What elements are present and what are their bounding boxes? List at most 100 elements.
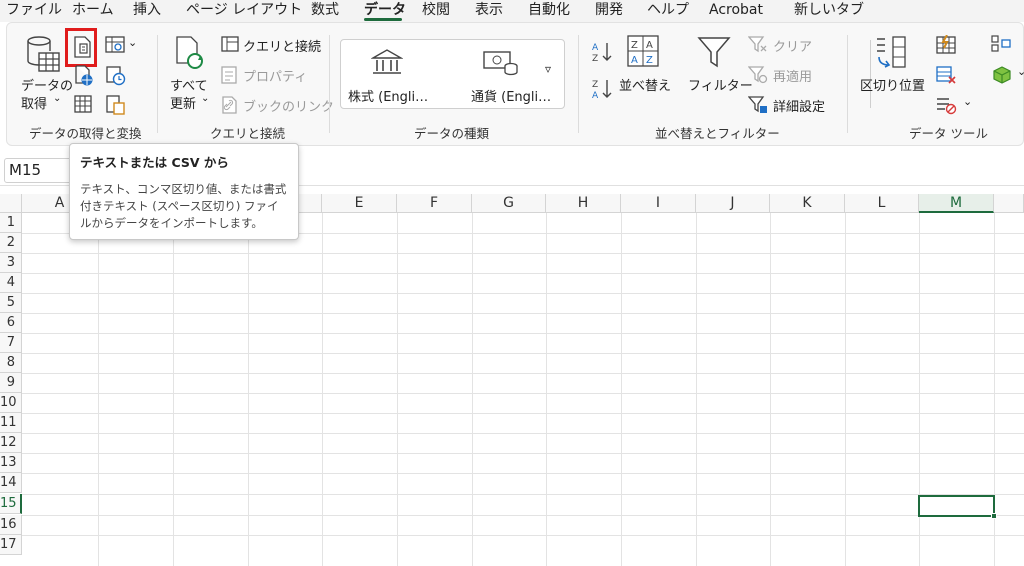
svg-text:A: A (646, 40, 653, 51)
select-all-corner[interactable] (0, 194, 22, 213)
row-header-14[interactable]: 14 (0, 473, 22, 493)
tab-help[interactable]: ヘルプ (647, 0, 689, 20)
tab-developer[interactable]: 開発 (595, 0, 623, 20)
properties-button[interactable]: プロパティ (243, 66, 307, 85)
sort-label: 並べ替え (619, 79, 672, 94)
row-header-17[interactable]: 17 (0, 535, 22, 555)
grid-line (22, 373, 1024, 374)
row-header-15[interactable]: 15 (0, 494, 22, 514)
tab-new-tab[interactable]: 新しいタブ (794, 0, 864, 20)
chevron-down-icon[interactable]: ⌄ (963, 95, 972, 108)
column-header-i[interactable]: I (621, 194, 696, 213)
advanced-button[interactable]: 詳細設定 (773, 96, 825, 115)
tab-data[interactable]: データ (364, 0, 406, 20)
advanced-filter-icon (747, 96, 768, 118)
row-header-8[interactable]: 8 (0, 353, 22, 373)
group-separator (847, 35, 848, 133)
svg-text:A: A (592, 43, 599, 53)
row-header-11[interactable]: 11 (0, 413, 22, 433)
row-header-6[interactable]: 6 (0, 313, 22, 333)
grid-line (22, 333, 1024, 334)
consolidate-button[interactable] (991, 35, 1011, 57)
svg-text:Z: Z (592, 54, 598, 63)
text-to-columns-button[interactable] (873, 35, 909, 75)
chevron-down-icon[interactable]: ⌄ (128, 36, 137, 49)
data-validation-button[interactable] (935, 95, 957, 119)
currencies-button[interactable]: 通貨 (Engli… (471, 86, 551, 105)
existing-connections-button[interactable] (106, 95, 126, 119)
get-data-label-2: 取得 (21, 97, 48, 112)
tooltip-from-text-csv: テキストまたは CSV から テキスト、コンマ区切り値、または書式 付きテキスト… (69, 143, 299, 240)
stocks-button[interactable]: 株式 (Engli… (348, 86, 428, 105)
existing-connections-icon (106, 95, 125, 115)
tab-acrobat[interactable]: Acrobat (709, 0, 763, 20)
remove-duplicates-button[interactable] (935, 65, 957, 89)
from-picture-button[interactable] (105, 36, 127, 58)
from-table-range-button[interactable] (74, 95, 92, 117)
tab-formulas[interactable]: 数式 (311, 0, 339, 20)
column-header-f[interactable]: F (397, 194, 472, 213)
row-header-5[interactable]: 5 (0, 293, 22, 313)
active-cell-m15[interactable] (918, 495, 997, 519)
row-header-10[interactable]: 10 (0, 393, 22, 413)
reapply-button[interactable]: 再適用 (773, 66, 812, 85)
sort-descending-button[interactable]: ZA (591, 78, 615, 104)
svg-text:A: A (592, 91, 599, 100)
grid-line (22, 494, 1024, 495)
chevron-down-icon[interactable]: ⌄ (1017, 65, 1024, 78)
column-header-g[interactable]: G (472, 194, 546, 213)
refresh-all-button[interactable] (173, 35, 207, 77)
refresh-all-label-1: すべて (170, 79, 208, 94)
text-to-columns-label: 区切り位置 (860, 79, 926, 94)
row-header-2[interactable]: 2 (0, 233, 22, 253)
recent-sources-icon (106, 66, 126, 86)
column-header-h[interactable]: H (546, 194, 621, 213)
filter-button[interactable] (697, 35, 731, 73)
column-header-e[interactable]: E (322, 194, 397, 213)
fill-handle[interactable] (991, 513, 997, 519)
gallery-expand-icon[interactable]: ▿ (545, 62, 551, 76)
row-header-7[interactable]: 7 (0, 333, 22, 353)
queries-connections-button[interactable]: クエリと接続 (243, 36, 321, 55)
grid-line (22, 253, 1024, 254)
grid-line (845, 213, 846, 566)
spreadsheet-grid[interactable]: A B C D E F G H I J K L M 1 2 3 4 5 6 7 … (0, 194, 1024, 566)
row-header-3[interactable]: 3 (0, 253, 22, 273)
row-header-1[interactable]: 1 (0, 213, 22, 233)
table-icon (74, 95, 92, 113)
tab-view[interactable]: 表示 (475, 0, 503, 20)
tab-insert[interactable]: 挿入 (133, 0, 161, 20)
column-header-n[interactable] (994, 194, 1024, 213)
row-header-12[interactable]: 12 (0, 433, 22, 453)
row-header-9[interactable]: 9 (0, 373, 22, 393)
column-header-j[interactable]: J (696, 194, 770, 213)
row-header-16[interactable]: 16 (0, 515, 22, 535)
sort-button[interactable]: ZAAZ (627, 35, 659, 71)
tab-home[interactable]: ホーム (72, 0, 114, 20)
relationships-button[interactable] (991, 65, 1013, 89)
row-header-4[interactable]: 4 (0, 273, 22, 293)
book-links-icon (221, 96, 239, 118)
tab-automate[interactable]: 自動化 (528, 0, 570, 20)
from-text-csv-button[interactable] (73, 36, 91, 62)
active-tab-indicator (364, 18, 402, 21)
tab-page-layout[interactable]: ページ レイアウト (186, 0, 302, 20)
column-header-l[interactable]: L (845, 194, 919, 213)
group-separator (329, 35, 330, 133)
book-links-button[interactable]: ブックのリンク (243, 96, 334, 115)
tab-file[interactable]: ファイル (6, 0, 62, 20)
flash-fill-button[interactable] (935, 34, 957, 59)
from-web-button[interactable] (74, 65, 94, 91)
consolidate-icon (991, 35, 1011, 52)
get-data-button[interactable] (25, 35, 61, 79)
recent-sources-button[interactable] (106, 66, 126, 90)
column-header-k[interactable]: K (770, 194, 845, 213)
sort-ascending-button[interactable]: AZ (591, 41, 615, 67)
chevron-down-icon: ⌄ (201, 93, 210, 104)
column-header-m[interactable]: M (919, 194, 994, 213)
tab-review[interactable]: 校閲 (422, 0, 450, 20)
tooltip-line-1: テキスト、コンマ区切り値、または書式 (80, 182, 287, 196)
clear-button[interactable]: クリア (773, 36, 812, 55)
grid-line (22, 473, 1024, 474)
row-header-13[interactable]: 13 (0, 453, 22, 473)
